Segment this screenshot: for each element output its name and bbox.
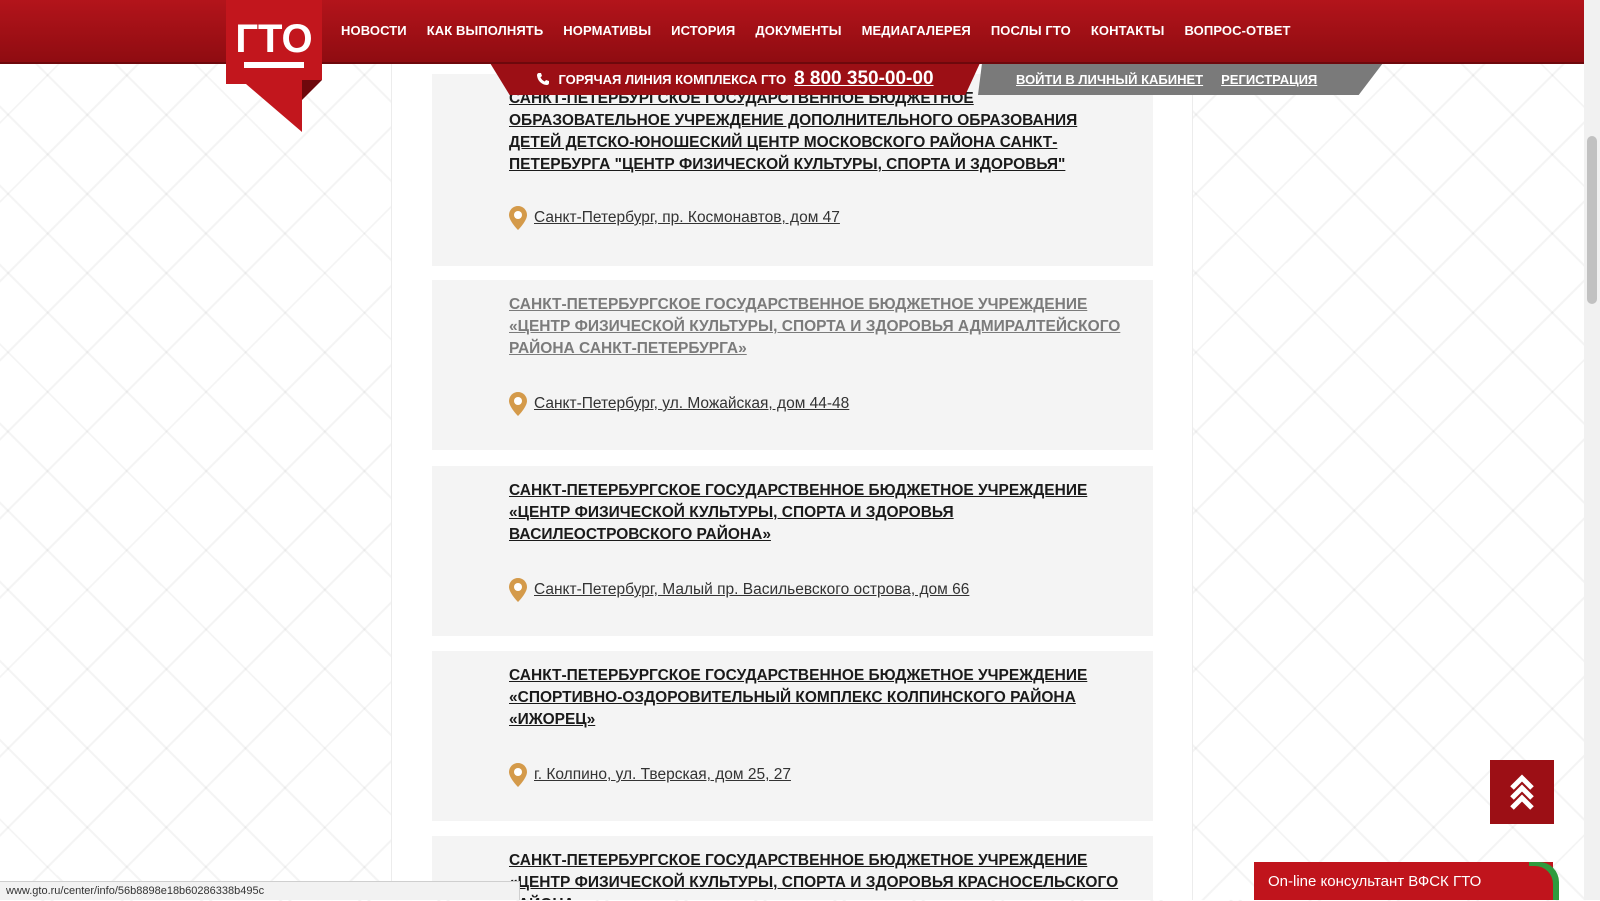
double-chevron-up-icon (1510, 774, 1534, 810)
online-consultant-widget[interactable]: On-line консультант ВФСК ГТО (1254, 862, 1559, 900)
center-title-link[interactable]: САНКТ-ПЕТЕРБУРГСКОЕ ГОСУДАРСТВЕННОЕ БЮДЖ… (509, 850, 1133, 900)
nav-link-history[interactable]: ИСТОРИЯ (671, 23, 735, 38)
location-pin-icon (509, 392, 527, 416)
phone-icon (536, 72, 550, 86)
login-link[interactable]: ВОЙТИ В ЛИЧНЫЙ КАБИНЕТ (1016, 72, 1203, 87)
nav-item-media[interactable]: МЕДИАГАЛЕРЕЯ (862, 22, 971, 40)
gto-logo[interactable]: ГТО (226, 0, 322, 132)
center-address: г. Колпино, ул. Тверская, дом 25, 27 (509, 763, 791, 787)
main-nav: НОВОСТИ КАК ВЫПОЛНЯТЬ НОРМАТИВЫ ИСТОРИЯ … (341, 0, 1291, 62)
back-to-top-button[interactable] (1490, 760, 1554, 824)
gto-logo-ribbon-icon: ГТО (226, 0, 322, 132)
nav-item-news[interactable]: НОВОСТИ (341, 22, 407, 40)
center-title-link[interactable]: САНКТ-ПЕТЕРБУРГСКОЕ ГОСУДАРСТВЕННОЕ БЮДЖ… (509, 665, 1133, 731)
center-address-link[interactable]: Санкт-Петербург, Малый пр. Васильевского… (534, 581, 969, 599)
logo-text: ГТО (235, 17, 312, 61)
center-title-link[interactable]: САНКТ-ПЕТЕРБУРГСКОЕ ГОСУДАРСТВЕННОЕ БЮДЖ… (509, 88, 1133, 176)
center-card: САНКТ-ПЕТЕРБУРГСКОЕ ГОСУДАРСТВЕННОЕ БЮДЖ… (432, 466, 1153, 636)
center-title-link[interactable]: САНКТ-ПЕТЕРБУРГСКОЕ ГОСУДАРСТВЕННОЕ БЮДЖ… (509, 480, 1133, 546)
nav-link-documents[interactable]: ДОКУМЕНТЫ (755, 23, 841, 38)
location-pin-icon (509, 763, 527, 787)
nav-item-history[interactable]: ИСТОРИЯ (671, 22, 735, 40)
center-card: САНКТ-ПЕТЕРБУРГСКОЕ ГОСУДАРСТВЕННОЕ БЮДЖ… (432, 74, 1153, 266)
center-address-link[interactable]: Санкт-Петербург, пр. Космонавтов, дом 47 (534, 209, 840, 227)
status-url-bar: www.gto.ru/center/info/56b8898e18b602863… (0, 881, 520, 900)
center-address: Санкт-Петербург, Малый пр. Васильевского… (509, 578, 969, 602)
account-strip: ВОЙТИ В ЛИЧНЫЙ КАБИНЕТ РЕГИСТРАЦИЯ (978, 63, 1383, 95)
hotline-strip: ГОРЯЧАЯ ЛИНИЯ КОМПЛЕКСА ГТО 8 800 350-00… (490, 63, 980, 95)
center-address: Санкт-Петербург, ул. Можайская, дом 44-4… (509, 392, 849, 416)
nav-link-how-to[interactable]: КАК ВЫПОЛНЯТЬ (427, 23, 544, 38)
center-address: Санкт-Петербург, пр. Космонавтов, дом 47 (509, 206, 840, 230)
nav-link-faq[interactable]: ВОПРОС-ОТВЕТ (1185, 23, 1291, 38)
centers-list: САНКТ-ПЕТЕРБУРГСКОЕ ГОСУДАРСТВЕННОЕ БЮДЖ… (391, 0, 1193, 900)
scrollbar-thumb[interactable] (1587, 136, 1597, 304)
center-card: САНКТ-ПЕТЕРБУРГСКОЕ ГОСУДАРСТВЕННОЕ БЮДЖ… (432, 651, 1153, 821)
location-pin-icon (509, 206, 527, 230)
center-card: САНКТ-ПЕТЕРБУРГСКОЕ ГОСУДАРСТВЕННОЕ БЮДЖ… (432, 836, 1153, 900)
nav-item-contacts[interactable]: КОНТАКТЫ (1091, 22, 1165, 40)
location-pin-icon (509, 578, 527, 602)
nav-link-contacts[interactable]: КОНТАКТЫ (1091, 23, 1165, 38)
nav-item-ambassadors[interactable]: ПОСЛЫ ГТО (991, 22, 1071, 40)
center-address-link[interactable]: г. Колпино, ул. Тверская, дом 25, 27 (534, 766, 791, 784)
nav-item-norms[interactable]: НОРМАТИВЫ (563, 22, 651, 40)
register-link[interactable]: РЕГИСТРАЦИЯ (1221, 72, 1317, 87)
nav-item-how-to[interactable]: КАК ВЫПОЛНЯТЬ (427, 22, 544, 40)
page-scrollbar[interactable] (1584, 0, 1600, 900)
nav-link-news[interactable]: НОВОСТИ (341, 23, 407, 38)
nav-item-documents[interactable]: ДОКУМЕНТЫ (755, 22, 841, 40)
hotline-label: ГОРЯЧАЯ ЛИНИЯ КОМПЛЕКСА ГТО (558, 71, 787, 87)
nav-link-norms[interactable]: НОРМАТИВЫ (563, 23, 651, 38)
nav-link-ambassadors[interactable]: ПОСЛЫ ГТО (991, 23, 1071, 38)
hotline-phone-link[interactable]: 8 800 350-00-00 (794, 68, 933, 90)
nav-link-media[interactable]: МЕДИАГАЛЕРЕЯ (862, 23, 971, 38)
nav-item-faq[interactable]: ВОПРОС-ОТВЕТ (1185, 22, 1291, 40)
consultant-label: On-line консультант ВФСК ГТО (1268, 872, 1482, 890)
center-address-link[interactable]: Санкт-Петербург, ул. Можайская, дом 44-4… (534, 395, 849, 413)
center-card: САНКТ-ПЕТЕРБУРГСКОЕ ГОСУДАРСТВЕННОЕ БЮДЖ… (432, 280, 1153, 450)
center-title-link[interactable]: САНКТ-ПЕТЕРБУРГСКОЕ ГОСУДАРСТВЕННОЕ БЮДЖ… (509, 294, 1133, 360)
